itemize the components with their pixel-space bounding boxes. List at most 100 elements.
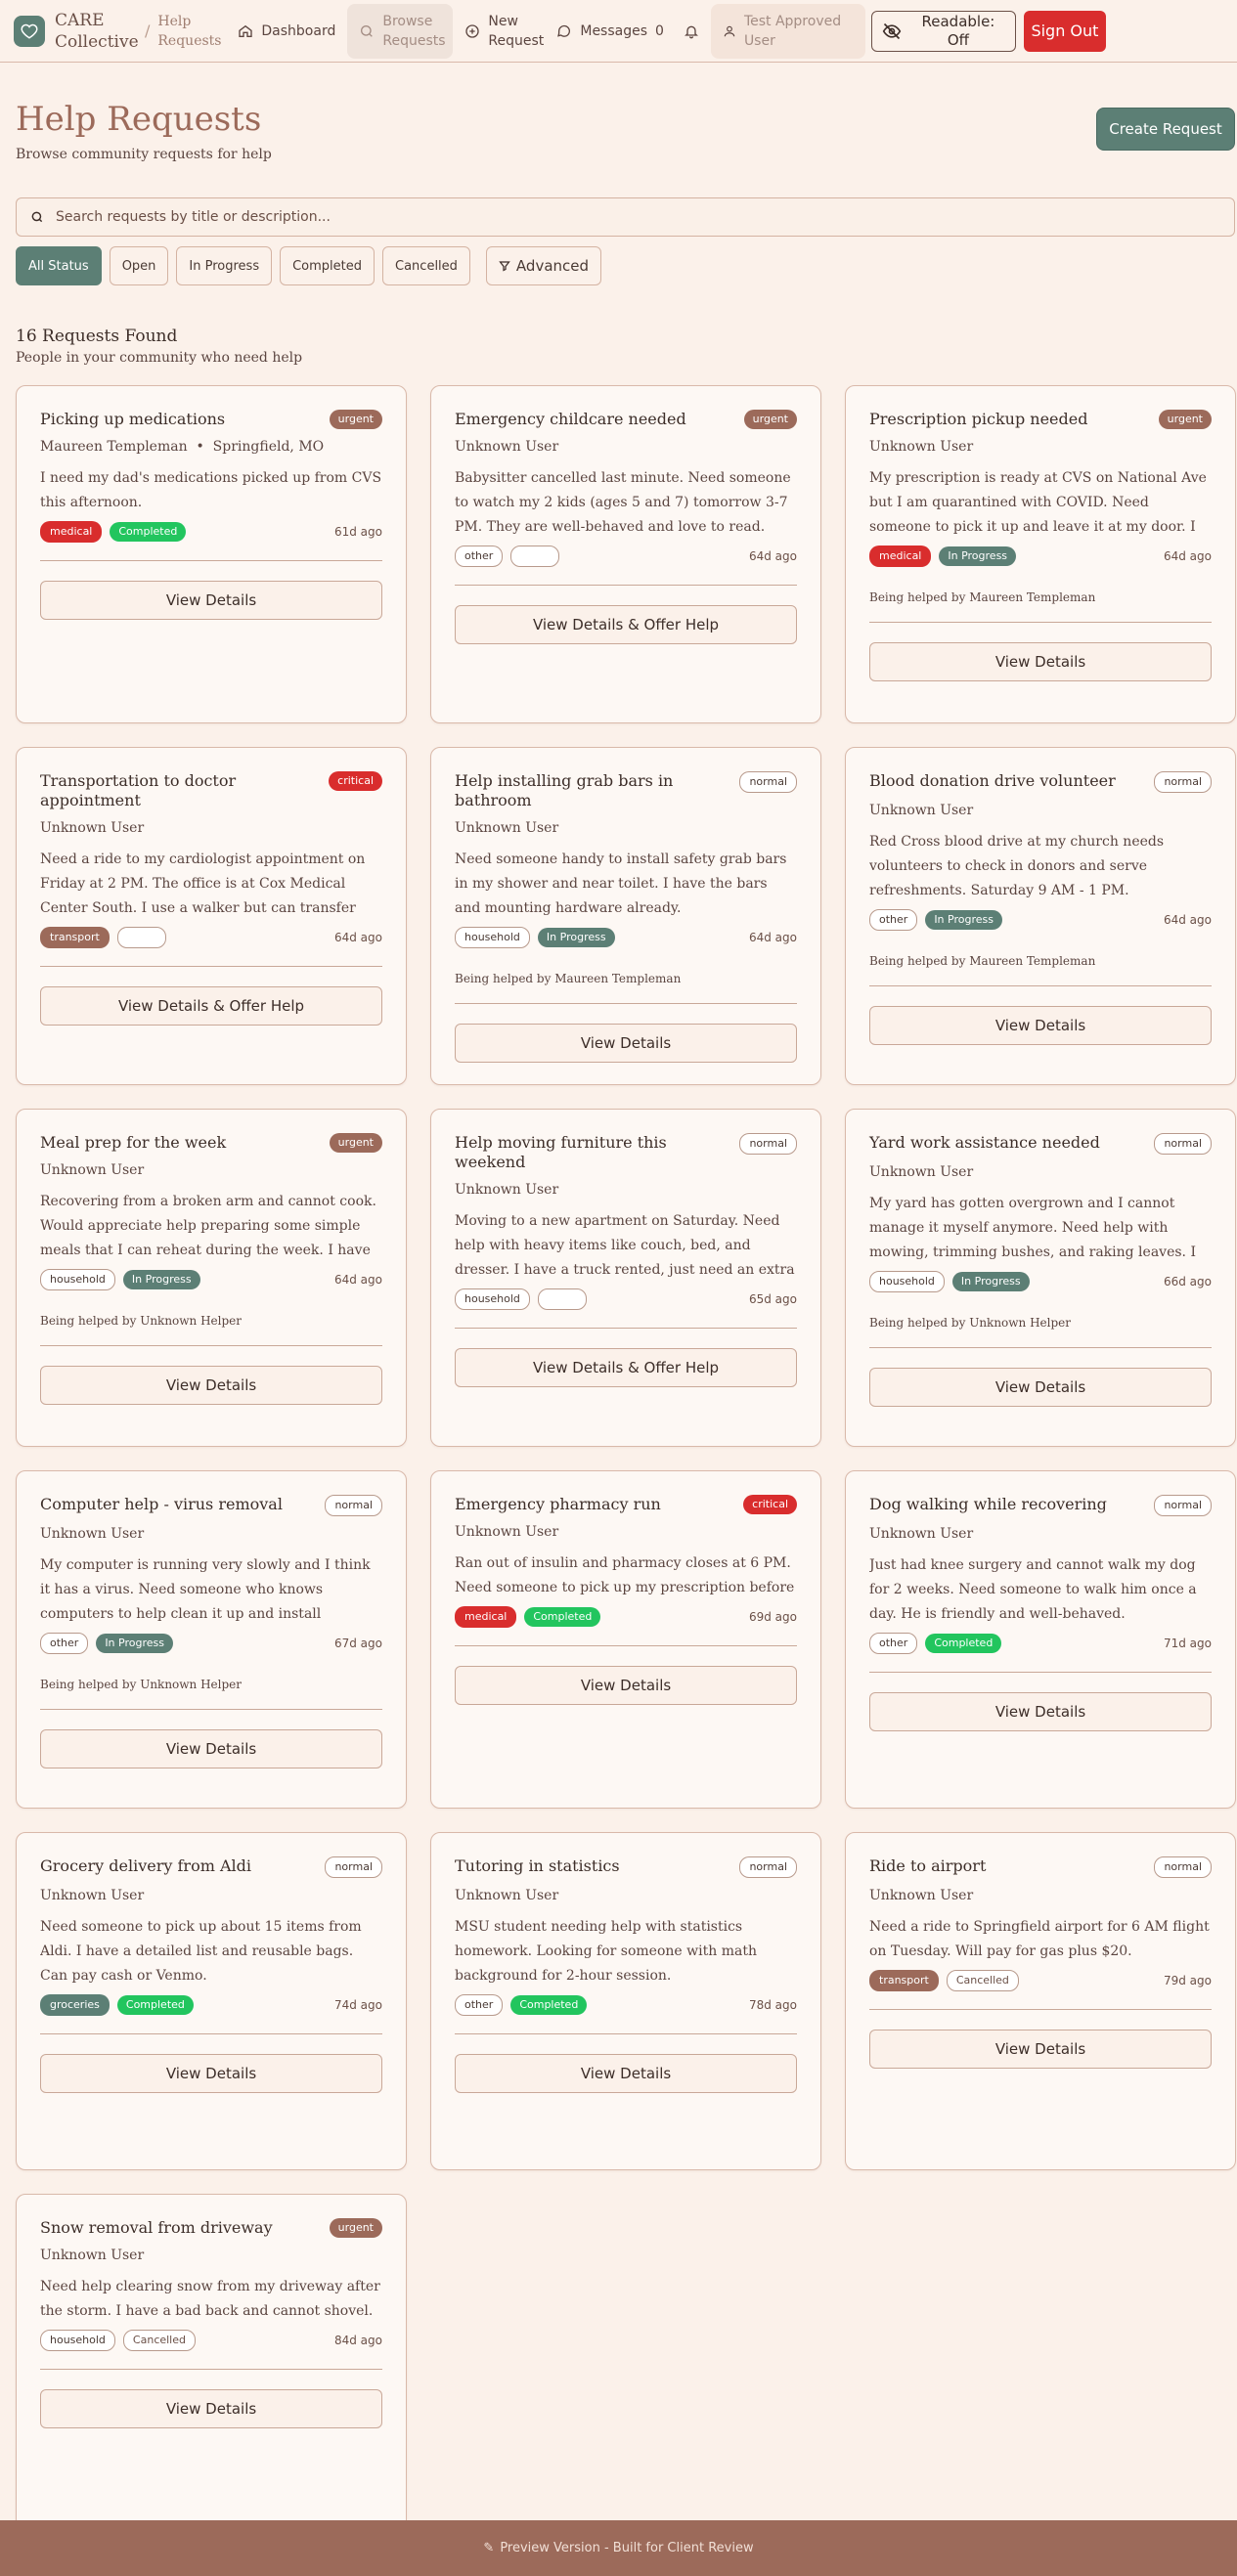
separator-dot: •: [187, 439, 213, 455]
category-tag: other: [40, 1633, 89, 1654]
view-details-button[interactable]: View Details & Offer Help: [455, 605, 797, 644]
request-description: Ran out of insulin and pharmacy closes a…: [455, 1555, 795, 1595]
filter-all-status[interactable]: All Status: [16, 246, 102, 285]
priority-badge: normal: [1154, 771, 1212, 793]
request-card[interactable]: Meal prep for the week urgent Unknown User…: [16, 1109, 407, 1447]
helper-info: Being helped by Unknown Helper: [40, 1314, 243, 1328]
request-card[interactable]: Prescription pickup needed urgent Unknown …: [845, 385, 1236, 723]
brand[interactable]: CARE Collective: [14, 10, 139, 53]
request-meta: medical In Progress 64d ago: [869, 546, 1212, 567]
brand-name: CARE Collective: [55, 10, 139, 52]
request-age: 64d ago: [1163, 549, 1212, 563]
request-description: MSU student needing help with statistics…: [455, 1919, 757, 1984]
request-card[interactable]: Grocery delivery from Aldi normal Unknown …: [16, 1832, 407, 2170]
view-details-button[interactable]: View Details: [869, 1006, 1212, 1045]
sign-out-button[interactable]: Sign Out: [1023, 10, 1106, 52]
request-card[interactable]: Computer help - virus removal normal Unkno…: [16, 1470, 407, 1809]
request-title: Yard work assistance needed: [869, 1133, 1100, 1152]
advanced-filter-button[interactable]: Advanced: [485, 246, 602, 285]
nav-messages-label: Messages: [580, 22, 648, 39]
view-details-button[interactable]: View Details: [455, 2054, 797, 2093]
priority-badge: normal: [739, 1856, 797, 1878]
request-card[interactable]: Ride to airport normal Unknown User Need a …: [845, 1832, 1236, 2170]
page-subtitle: Browse community requests for help: [16, 147, 272, 162]
view-details-button[interactable]: View Details: [455, 1666, 797, 1705]
filter-icon: [499, 261, 510, 272]
card-divider: [40, 560, 382, 561]
request-grid: Picking up medications urgent Maureen Temp…: [0, 366, 1237, 2532]
results-count: 16 Requests Found: [16, 327, 178, 346]
view-details-button[interactable]: View Details: [40, 1729, 382, 1768]
requester-line: Unknown User: [40, 1888, 382, 1903]
request-title: Ride to airport: [869, 1856, 987, 1875]
nav-new-request[interactable]: New Request: [453, 4, 545, 59]
view-details-button[interactable]: View Details: [869, 2030, 1212, 2069]
user-menu[interactable]: Test Approved User: [710, 3, 865, 59]
view-details-button[interactable]: View Details & Offer Help: [40, 986, 382, 1026]
card-divider: [869, 622, 1212, 623]
requester-name: Maureen Templeman: [40, 439, 188, 455]
category-tag: household: [869, 1271, 945, 1292]
view-details-button[interactable]: View Details: [40, 1366, 382, 1405]
pencil-icon: ✎: [483, 2541, 495, 2555]
view-details-button[interactable]: View Details: [40, 2054, 382, 2093]
requester-name: Unknown User: [869, 439, 974, 455]
view-details-button[interactable]: View Details: [869, 1692, 1212, 1731]
notifications-button[interactable]: [676, 4, 707, 59]
request-card[interactable]: Yard work assistance needed normal Unknown…: [845, 1109, 1236, 1447]
request-card[interactable]: Snow removal from driveway urgent Unknown …: [16, 2194, 407, 2532]
request-description: Need someone to pick up about 15 items f…: [40, 1919, 362, 1984]
request-meta: groceries Completed 74d ago: [40, 1994, 382, 2016]
priority-badge: urgent: [743, 410, 797, 429]
status-badge: Completed: [524, 1607, 601, 1627]
view-details-button[interactable]: View Details & Offer Help: [455, 1348, 797, 1387]
helper-info: Being helped by Unknown Helper: [869, 1316, 1072, 1330]
request-card[interactable]: Tutoring in statistics normal Unknown User…: [430, 1832, 821, 2170]
view-details-button[interactable]: View Details: [455, 1024, 797, 1063]
request-card[interactable]: Transportation to doctor appointment crit…: [16, 747, 407, 1085]
filter-completed[interactable]: Completed: [280, 246, 376, 285]
readable-toggle-button[interactable]: Readable: Off: [870, 10, 1016, 52]
request-card[interactable]: Dog walking while recovering normal Unknow…: [845, 1470, 1236, 1809]
view-details-button[interactable]: View Details: [40, 581, 382, 620]
priority-badge: normal: [739, 771, 797, 793]
create-request-button[interactable]: Create Request: [1096, 108, 1235, 151]
card-divider: [869, 1347, 1212, 1348]
status-badge: [116, 927, 166, 948]
request-card[interactable]: Blood donation drive volunteer normal Unkn…: [845, 747, 1236, 1085]
card-divider: [869, 1672, 1212, 1673]
nav-browse-requests[interactable]: Browse Requests: [347, 3, 454, 59]
requester-location: Springfield, MO: [212, 439, 325, 455]
card-header: Help installing grab bars in bathroom nor…: [455, 771, 797, 810]
nav-dashboard[interactable]: Dashboard: [226, 4, 347, 59]
card-divider: [869, 985, 1212, 986]
request-card[interactable]: Emergency childcare needed urgent Unknown …: [430, 385, 821, 723]
search-input[interactable]: Search requests by title or description.…: [16, 197, 1235, 237]
nav-dashboard-label: Dashboard: [261, 22, 336, 39]
filter-open[interactable]: Open: [109, 246, 169, 285]
card-header: Prescription pickup needed urgent: [869, 410, 1212, 429]
request-description: My yard has gotten overgrown and I canno…: [869, 1196, 1196, 1260]
nav-messages[interactable]: Messages 0: [545, 4, 676, 59]
requester-line: Unknown User: [869, 1526, 1212, 1542]
filter-in-progress[interactable]: In Progress: [176, 246, 273, 285]
status-badge: Cancelled: [946, 1970, 1019, 1991]
request-card[interactable]: Help moving furniture this weekend normal…: [430, 1109, 821, 1447]
request-title: Grocery delivery from Aldi: [40, 1856, 251, 1875]
view-details-button[interactable]: View Details: [869, 1368, 1212, 1407]
requester-line: Unknown User: [455, 439, 797, 455]
request-age: 71d ago: [1163, 1637, 1212, 1650]
request-card[interactable]: Emergency pharmacy run critical Unknown Us…: [430, 1470, 821, 1809]
request-age: 64d ago: [748, 549, 797, 563]
requester-line: Unknown User: [869, 1888, 1212, 1903]
card-header: Dog walking while recovering normal: [869, 1495, 1212, 1516]
view-details-button[interactable]: View Details: [869, 642, 1212, 681]
nav-browse-label: Browse Requests: [382, 13, 446, 49]
requester-line: Unknown User: [455, 1524, 797, 1540]
request-card[interactable]: Help installing grab bars in bathroom nor…: [430, 747, 821, 1085]
filter-cancelled[interactable]: Cancelled: [382, 246, 470, 285]
view-details-button[interactable]: View Details: [40, 2389, 382, 2428]
request-meta: transport Cancelled 79d ago: [869, 1970, 1212, 1991]
request-description: Need a ride to my cardiologist appointme…: [40, 851, 366, 916]
request-card[interactable]: Picking up medications urgent Maureen Temp…: [16, 385, 407, 723]
